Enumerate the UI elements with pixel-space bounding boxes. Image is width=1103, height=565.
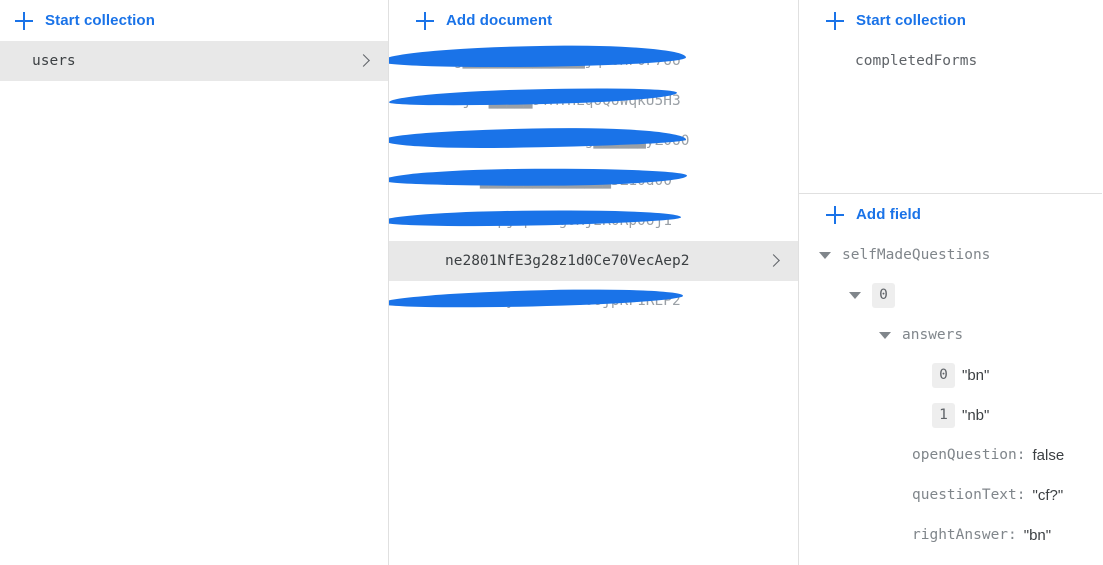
field-value: false [1032,446,1065,464]
document-id: HT2A███████████████5Z10d00 [445,173,672,189]
add-document-button[interactable]: Add document [389,0,798,41]
document-item[interactable]: Ag██████████████jq7oHF0F7oo [389,41,798,81]
field-row-index-0[interactable]: 0 [799,275,1102,315]
caret-down-icon[interactable] [849,291,861,299]
start-collection-button-detail[interactable]: Start collection [799,0,1102,41]
plus-icon [14,11,34,31]
field-key: rightAnswer [912,527,1009,543]
subcollection-item-completedforms[interactable]: completedForms [799,41,1102,81]
add-document-label: Add document [446,12,553,29]
document-id: Ag██████████████jq7oHF0F7oo [445,53,681,69]
document-id: ne2801NfE3g28z1d0Ce70VecAep2 [445,253,690,269]
document-item[interactable]: PQ2F0BV0F0QC9N41g██████yZ0o0 [389,121,798,161]
plus-icon [415,11,435,31]
field-separator: : [1016,447,1026,463]
document-id: WoKFUU1y10F0u2Rb0ojpKF1REP2 [445,293,681,309]
field-key: answers [902,327,964,343]
field-row-selfmadequestions[interactable]: selfMadeQuestions [799,235,1102,275]
field-separator: : [1016,487,1026,503]
add-field-label: Add field [856,206,922,223]
field-key: questionText [912,487,1017,503]
document-item-selected[interactable]: ne2801NfE3g28z1d0Ce70VecAep2 [389,241,798,281]
fields-section: Add field selfMadeQuestions 0 answers 0 … [799,194,1102,565]
field-row-answer-0[interactable]: 0 "bn" [799,355,1102,395]
documents-panel: Add document Ag██████████████jq7oHF0F7oo… [389,0,799,565]
start-collection-button[interactable]: Start collection [0,0,388,41]
start-collection-label-detail: Start collection [856,12,966,29]
document-detail-panel: Start collection completedForms Add fiel… [799,0,1102,565]
document-item[interactable]: a7jo2█████9TMTHLqoQoWqkU5H3 [389,81,798,121]
field-row-questiontext[interactable]: questionText : "cf?" [799,475,1102,515]
plus-icon [825,205,845,225]
field-row-answers[interactable]: answers [799,315,1102,355]
firestore-data-browser: Start collection users Add document Ag██… [0,0,1103,565]
collection-item-users[interactable]: users [0,41,388,81]
plus-icon [825,11,845,31]
document-item[interactable]: WoKFUU1y10F0u2Rb0ojpKF1REP2 [389,281,798,321]
caret-down-icon[interactable] [819,251,831,259]
document-id: a7jo2█████9TMTHLqoQoWqkU5H3 [445,93,681,109]
collections-panel: Start collection users [0,0,389,565]
add-field-button[interactable]: Add field [799,194,1102,235]
document-id: 2fGHP0pj0p5HRgoxj2R0Rp0oj1 [445,213,672,229]
document-list: Ag██████████████jq7oHF0F7oo a7jo2█████9T… [389,41,798,321]
chevron-right-icon [358,55,370,67]
collection-list: users [0,41,388,81]
field-row-rightanswer[interactable]: rightAnswer : "bn" [799,515,1102,555]
document-item[interactable]: 2fGHP0pj0p5HRgoxj2R0Rp0oj1 [389,201,798,241]
document-item[interactable]: HT2A███████████████5Z10d00 [389,161,798,201]
field-value: "bn" [1023,526,1052,544]
field-value: "cf?" [1032,486,1064,504]
subcollections-section: Start collection completedForms [799,0,1102,194]
collection-name: users [32,53,76,69]
chevron-right-icon [768,255,780,267]
field-separator: : [1008,527,1017,543]
field-value: "nb" [962,406,990,424]
field-key: selfMadeQuestions [842,247,991,263]
array-index-badge: 0 [872,282,895,308]
document-id: PQ2F0BV0F0QC9N41g██████yZ0o0 [445,133,690,149]
field-value: "bn" [962,366,990,384]
field-row-openquestion[interactable]: openQuestion : false [799,435,1102,475]
caret-down-icon[interactable] [879,331,891,339]
array-index-badge: 0 [932,362,955,388]
array-index-badge: 1 [932,402,955,428]
start-collection-label: Start collection [45,12,155,29]
field-key: openQuestion [912,447,1017,463]
subcollection-name: completedForms [855,53,978,69]
field-row-answer-1[interactable]: 1 "nb" [799,395,1102,435]
